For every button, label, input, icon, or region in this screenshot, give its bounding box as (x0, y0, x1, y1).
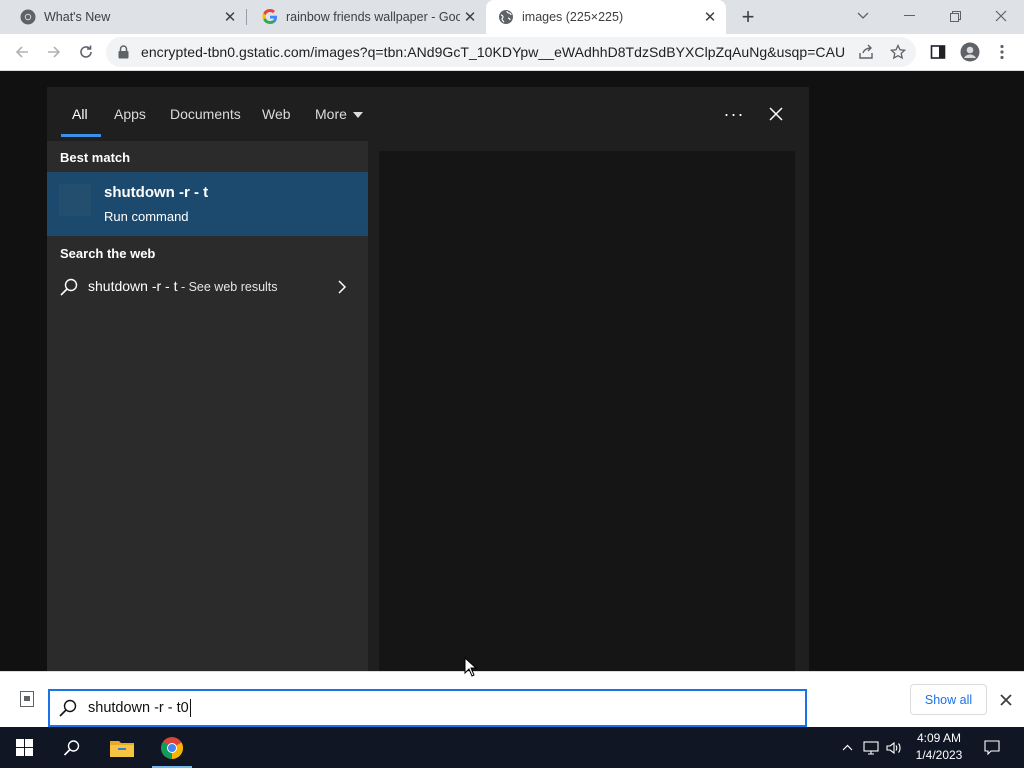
tab-rainbow-friends[interactable]: rainbow friends wallpaper - Goog ✕ (242, 0, 486, 34)
mouse-cursor-icon (464, 656, 478, 677)
search-scope-tabs: All Apps Documents Web More ··· (47, 87, 809, 141)
best-match-result[interactable]: shutdown -r - t Run command (47, 172, 368, 236)
profile-avatar-icon[interactable] (957, 39, 983, 65)
file-icon[interactable] (20, 691, 34, 707)
preview-pane (379, 151, 795, 689)
restore-icon[interactable] (932, 0, 978, 32)
bookmark-star-icon[interactable] (885, 39, 911, 65)
tab-whats-new[interactable]: What's New ✕ (0, 0, 246, 34)
windows-start-icon[interactable] (0, 727, 48, 768)
new-tab-button[interactable]: + (736, 5, 760, 29)
side-panel-icon[interactable] (925, 39, 951, 65)
search-flyout: All Apps Documents Web More ··· Best mat… (47, 87, 809, 689)
clock-time: 4:09 AM (916, 731, 962, 745)
forward-icon[interactable] (41, 39, 67, 65)
file-explorer-icon[interactable] (98, 727, 146, 768)
taskbar-clock[interactable]: 4:09 AM 1/4/2023 (908, 730, 970, 764)
caret-down-icon (352, 112, 363, 118)
browser-tab-strip: What's New ✕ rainbow friends wallpaper -… (0, 0, 1024, 34)
more-options-icon[interactable]: ··· (721, 101, 747, 127)
search-query-text: shutdown -r - t0 (88, 699, 189, 716)
results-pane: Best match shutdown -r - t Run command S… (47, 141, 368, 689)
tab-documents[interactable]: Documents (170, 87, 241, 141)
close-window-icon[interactable] (978, 0, 1024, 32)
network-icon[interactable] (860, 727, 882, 768)
search-input[interactable]: shutdown -r - t0 (48, 689, 807, 727)
close-shelf-icon[interactable] (996, 690, 1016, 710)
address-bar[interactable]: encrypted-tbn0.gstatic.com/images?q=tbn:… (106, 37, 916, 67)
search-input-value: shutdown -r - t0 (88, 699, 191, 717)
show-hidden-icons-icon[interactable] (838, 727, 856, 768)
tab-title: rainbow friends wallpaper - Goog (286, 10, 460, 24)
active-tab-indicator (61, 134, 101, 137)
best-match-subtitle: Run command (104, 209, 189, 224)
chevron-right-icon[interactable] (334, 279, 350, 295)
notifications-icon[interactable] (980, 727, 1004, 768)
web-result-query: shutdown -r - t (88, 278, 178, 294)
close-flyout-icon[interactable] (763, 101, 789, 127)
best-match-title: shutdown -r - t (104, 184, 209, 201)
chrome-taskbar-icon[interactable] (148, 727, 196, 768)
clock-date: 1/4/2023 (915, 748, 963, 762)
globe-icon (498, 9, 514, 25)
tab-title: What's New (44, 10, 111, 24)
tab-all[interactable]: All (72, 87, 88, 141)
search-icon (59, 277, 79, 297)
taskbar-search-icon[interactable] (48, 727, 96, 768)
web-result-suffix: - See web results (177, 280, 278, 294)
minimize-icon[interactable] (886, 0, 932, 32)
web-search-result[interactable]: shutdown -r - t - See web results (47, 271, 368, 303)
best-match-heading: Best match (60, 150, 131, 165)
google-icon (262, 9, 278, 25)
reload-icon[interactable] (73, 39, 99, 65)
show-all-button[interactable]: Show all (910, 684, 987, 715)
close-tab-icon[interactable]: ✕ (460, 7, 480, 27)
close-tab-icon[interactable]: ✕ (700, 7, 720, 27)
lock-icon[interactable] (118, 45, 132, 59)
tab-more-label: More (315, 106, 347, 122)
browser-toolbar: encrypted-tbn0.gstatic.com/images?q=tbn:… (0, 34, 1024, 71)
web-result-text: shutdown -r - t - See web results (88, 278, 278, 294)
tab-apps[interactable]: Apps (114, 87, 146, 141)
run-command-icon (59, 184, 91, 216)
tab-more[interactable]: More (315, 87, 363, 141)
share-icon[interactable] (853, 39, 879, 65)
back-icon[interactable] (9, 39, 35, 65)
text-cursor (189, 699, 191, 717)
tab-search-icon[interactable] (840, 0, 886, 32)
menu-kebab-icon[interactable] (989, 39, 1015, 65)
search-web-heading: Search the web (60, 246, 156, 261)
taskbar: 4:09 AM 1/4/2023 (0, 727, 1024, 768)
url-text: encrypted-tbn0.gstatic.com/images?q=tbn:… (141, 44, 846, 60)
close-tab-icon[interactable]: ✕ (220, 7, 240, 27)
tab-web[interactable]: Web (262, 87, 291, 141)
tab-title: images (225×225) (522, 10, 624, 24)
tab-images[interactable]: images (225×225) ✕ (486, 0, 726, 34)
chrome-icon (20, 9, 36, 25)
search-icon (58, 698, 78, 718)
volume-icon[interactable] (884, 727, 904, 768)
